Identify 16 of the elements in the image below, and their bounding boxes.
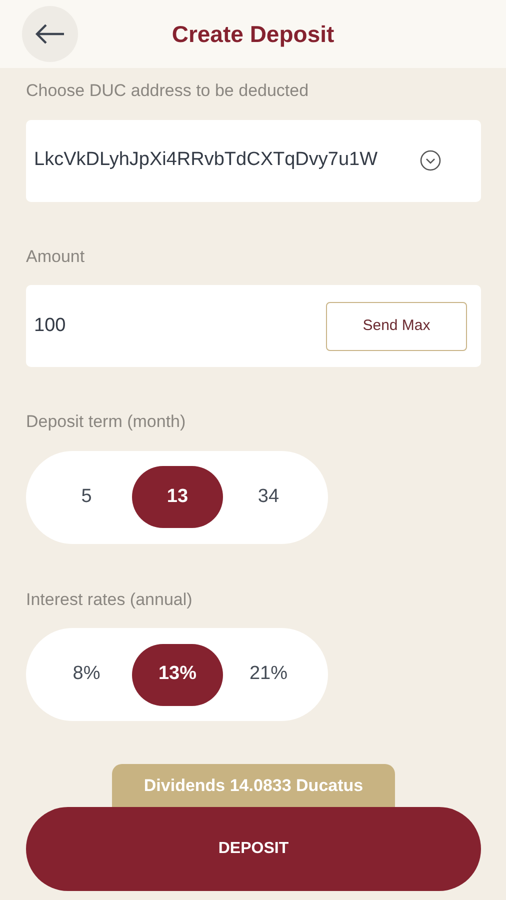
address-dropdown[interactable]: LkcVkDLyhJpXi4RRvbTdCXTqDvy7u1W: [26, 120, 481, 202]
send-max-button[interactable]: Send Max: [326, 302, 467, 350]
term-label: Deposit term (month): [26, 411, 187, 433]
segment-option[interactable]: 8%: [41, 644, 132, 706]
segment-option[interactable]: 13: [132, 466, 223, 528]
page-title: Create Deposit: [172, 20, 334, 49]
segment-option[interactable]: 5: [41, 466, 132, 528]
rate-label: Interest rates (annual): [26, 588, 194, 610]
deposit-button[interactable]: DEPOSIT: [26, 807, 481, 891]
amount-label: Amount: [26, 246, 86, 268]
back-arrow-icon: [35, 23, 65, 45]
chevron-down-icon: [420, 150, 441, 171]
segment-option[interactable]: 13%: [132, 644, 223, 706]
segment-option[interactable]: 21%: [223, 644, 314, 706]
address-label: Choose DUC address to be deducted: [26, 80, 310, 102]
segment-option[interactable]: 34: [223, 466, 314, 528]
